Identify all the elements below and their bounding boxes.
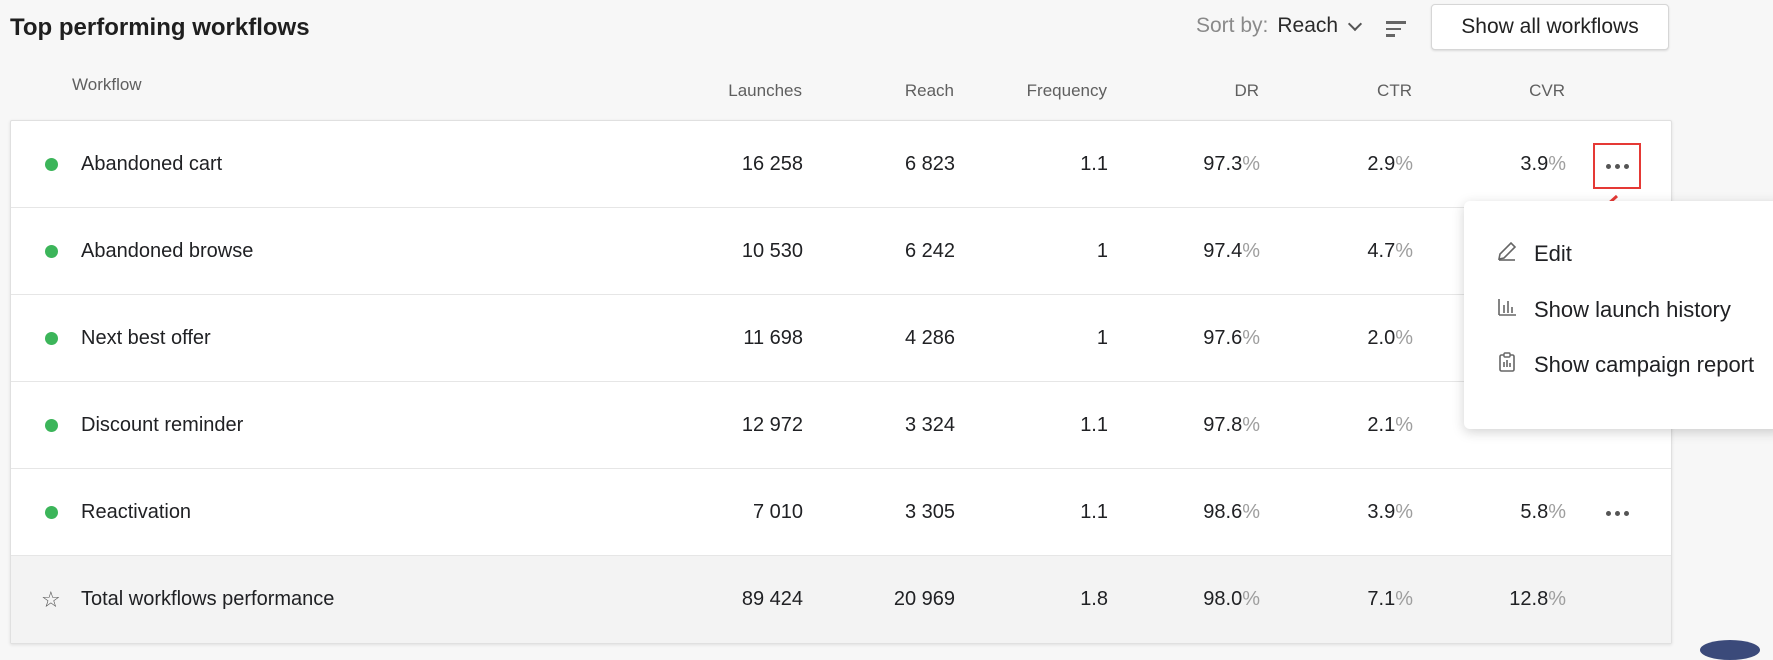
reach-value: 6 242	[904, 240, 955, 262]
frequency-value: 1	[1096, 327, 1108, 349]
cvr-value: 5.8%	[1520, 501, 1566, 523]
star-icon: ☆	[41, 587, 61, 612]
workflow-name[interactable]: Abandoned browse	[81, 240, 253, 263]
frequency-value: 1.1	[1080, 414, 1108, 436]
frequency-value: 1.8	[1080, 588, 1108, 610]
ctr-value: 7.1%	[1367, 588, 1413, 610]
frequency-value: 1.1	[1080, 501, 1108, 523]
pencil-icon	[1497, 241, 1517, 261]
dr-value: 98.0%	[1203, 588, 1260, 610]
dr-value: 97.8%	[1203, 414, 1260, 436]
dr-value: 97.6%	[1203, 327, 1260, 349]
more-options-button[interactable]	[1593, 143, 1641, 189]
bar-chart-icon	[1498, 299, 1516, 316]
column-header-frequency[interactable]: Frequency	[967, 81, 1107, 101]
workflow-name[interactable]: Reactivation	[81, 501, 191, 524]
sort-lines-icon[interactable]	[1386, 21, 1406, 37]
more-horizontal-icon	[1605, 510, 1611, 516]
help-widget-edge[interactable]	[1700, 640, 1760, 660]
clipboard-icon	[1499, 352, 1515, 372]
reach-value: 20 969	[893, 588, 955, 610]
menu-item-campaign-report[interactable]: Show campaign report	[1464, 339, 1773, 389]
show-all-workflows-button[interactable]: Show all workflows	[1431, 4, 1669, 50]
status-active-dot	[45, 332, 58, 345]
page-title: Top performing workflows	[10, 14, 310, 41]
dr-value: 97.3%	[1203, 153, 1260, 175]
menu-item-label: Show campaign report	[1534, 352, 1755, 377]
launches-value: 12 972	[741, 414, 803, 436]
status-active-dot	[45, 419, 58, 432]
cvr-value: 12.8%	[1509, 588, 1566, 610]
ctr-value: 2.1%	[1367, 414, 1413, 436]
sort-by-value: Reach	[1277, 14, 1339, 37]
frequency-value: 1.1	[1080, 153, 1108, 175]
status-active-dot	[45, 506, 58, 519]
launches-value: 10 530	[741, 240, 803, 262]
menu-item-label: Show launch history	[1534, 297, 1731, 322]
table-row[interactable]: Reactivation 7 010 3 305 1.1 98.6% 3.9% …	[11, 469, 1671, 556]
row-context-menu: Edit Show launch history Show campaign r…	[1464, 201, 1773, 429]
dr-value: 97.4%	[1203, 240, 1260, 262]
column-header-cvr[interactable]: CVR	[1425, 81, 1565, 101]
column-header-ctr[interactable]: CTR	[1272, 81, 1412, 101]
chevron-down-icon	[1348, 16, 1363, 31]
column-header-launches[interactable]: Launches	[662, 81, 802, 101]
table-row[interactable]: Next best offer 11 698 4 286 1 97.6% 2.0…	[11, 295, 1671, 382]
launches-value: 89 424	[741, 588, 803, 610]
dr-value: 98.6%	[1203, 501, 1260, 523]
workflow-name[interactable]: Discount reminder	[81, 414, 243, 437]
launches-value: 16 258	[741, 153, 803, 175]
workflows-table: Abandoned cart 16 258 6 823 1.1 97.3% 2.…	[10, 120, 1672, 644]
column-header-dr[interactable]: DR	[1119, 81, 1259, 101]
workflow-name[interactable]: Abandoned cart	[81, 153, 222, 176]
total-label: Total workflows performance	[81, 588, 335, 610]
cvr-value: 3.9%	[1520, 153, 1566, 175]
sort-by-dropdown[interactable]: Sort by: Reach	[1196, 14, 1363, 38]
launches-value: 7 010	[752, 501, 803, 523]
more-options-button[interactable]	[1597, 493, 1637, 533]
status-active-dot	[45, 245, 58, 258]
reach-value: 4 286	[904, 327, 955, 349]
frequency-value: 1	[1096, 240, 1108, 262]
table-row[interactable]: Abandoned browse 10 530 6 242 1 97.4% 4.…	[11, 208, 1671, 295]
ctr-value: 3.9%	[1367, 501, 1413, 523]
column-header-workflow: Workflow	[72, 75, 142, 94]
table-row[interactable]: Abandoned cart 16 258 6 823 1.1 97.3% 2.…	[11, 121, 1671, 208]
menu-item-label: Edit	[1534, 241, 1572, 266]
more-horizontal-icon	[1605, 163, 1611, 169]
launches-value: 11 698	[743, 327, 803, 349]
ctr-value: 2.0%	[1367, 327, 1413, 349]
column-header-reach[interactable]: Reach	[814, 81, 954, 101]
reach-value: 6 823	[904, 153, 955, 175]
ctr-value: 2.9%	[1367, 153, 1413, 175]
menu-item-launch-history[interactable]: Show launch history	[1464, 284, 1773, 334]
workflow-name[interactable]: Next best offer	[81, 327, 211, 350]
status-active-dot	[45, 158, 58, 171]
ctr-value: 4.7%	[1367, 240, 1413, 262]
sort-by-label: Sort by:	[1196, 14, 1269, 37]
reach-value: 3 305	[904, 501, 955, 523]
table-row[interactable]: Discount reminder 12 972 3 324 1.1 97.8%…	[11, 382, 1671, 469]
menu-item-edit[interactable]: Edit	[1464, 228, 1773, 278]
reach-value: 3 324	[904, 414, 955, 436]
total-row: ☆ Total workflows performance 89 424 20 …	[11, 556, 1671, 643]
